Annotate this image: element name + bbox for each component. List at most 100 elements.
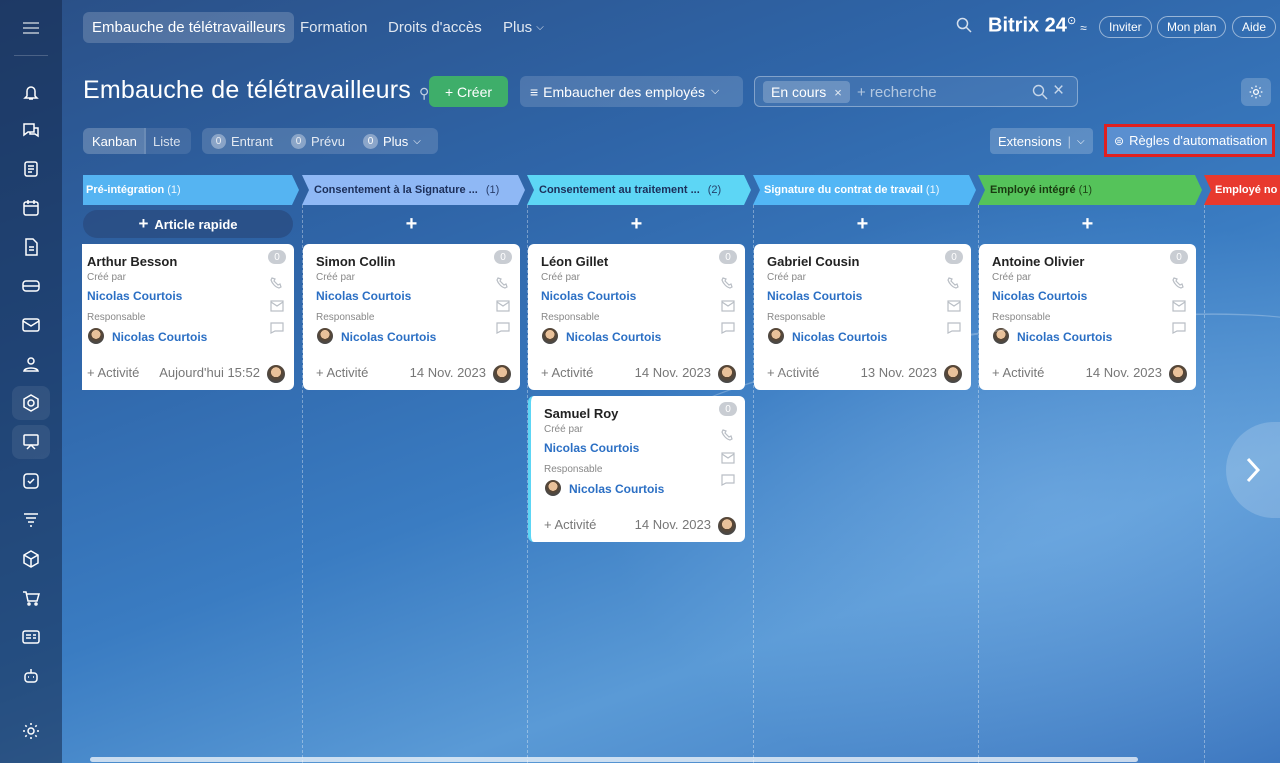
deal-card[interactable]: Samuel Roy 0 Créé par Nicolas Courtois R… (528, 396, 745, 542)
add-item-button[interactable]: + (528, 210, 745, 238)
tab-droits-acces[interactable]: Droits d'accès (388, 12, 482, 43)
responsible-link[interactable]: Nicolas Courtois (112, 330, 207, 344)
responsible-link[interactable]: Nicolas Courtois (1017, 330, 1112, 344)
responsible-link[interactable]: Nicolas Courtois (792, 330, 887, 344)
my-plan-button[interactable]: Mon plan (1157, 16, 1227, 38)
phone-icon[interactable] (1172, 276, 1186, 289)
chat-icon[interactable] (12, 113, 50, 147)
phone-icon[interactable] (721, 276, 735, 289)
add-activity-link[interactable]: + Activité (544, 517, 596, 532)
tab-plus[interactable]: Plus ⌵ (503, 12, 544, 43)
chat-icon[interactable] (947, 321, 961, 334)
mail-icon[interactable] (721, 451, 735, 464)
calendar-icon[interactable] (12, 191, 50, 225)
deal-card[interactable]: Antoine Olivier 0 Créé par Nicolas Court… (979, 244, 1196, 390)
chat-icon[interactable] (496, 321, 510, 334)
stage-header-5[interactable]: Employé intégré (1) (984, 175, 1192, 204)
menu-icon[interactable] (0, 0, 62, 55)
view-kanban-tab[interactable]: Kanban (83, 128, 146, 154)
deal-card[interactable]: Arthur Besson 0 Créé par Nicolas Courtoi… (82, 244, 294, 390)
document-icon[interactable] (12, 230, 50, 264)
funnel-select[interactable]: ≡ Embaucher des employés ⌵ (520, 76, 743, 107)
mail-icon[interactable] (721, 299, 735, 312)
chip-close-icon[interactable]: × (834, 85, 842, 100)
chat-icon[interactable] (1172, 321, 1186, 334)
funnel-icon[interactable] (12, 503, 50, 537)
horizontal-scrollbar[interactable] (90, 757, 1138, 762)
mail-icon[interactable] (1172, 299, 1186, 312)
id-card-icon[interactable] (12, 620, 50, 654)
chat-icon[interactable] (721, 321, 735, 334)
add-item-button[interactable]: + (303, 210, 520, 238)
drive-icon[interactable] (12, 269, 50, 303)
card-name[interactable]: Léon Gillet (541, 254, 608, 269)
search-icon[interactable] (1032, 84, 1048, 105)
search-filter[interactable]: En cours × + recherche × (754, 76, 1078, 107)
sites-icon[interactable] (12, 425, 50, 459)
card-name[interactable]: Simon Collin (316, 254, 395, 269)
mail-icon[interactable] (947, 299, 961, 312)
phone-icon[interactable] (947, 276, 961, 289)
contacts-icon[interactable] (12, 347, 50, 381)
automation-rules-button[interactable]: ⊜ Règles d'automatisation (1104, 124, 1275, 157)
phone-icon[interactable] (496, 276, 510, 289)
settings-icon[interactable] (12, 714, 50, 748)
pin-icon[interactable]: ⚲ (419, 85, 429, 101)
counter-prevu[interactable]: 0 Prévu (291, 128, 345, 154)
deal-card[interactable]: Léon Gillet 0 Créé par Nicolas Courtois … (528, 244, 745, 390)
stage-header-6[interactable]: Employé no (1209, 175, 1280, 204)
tasks-icon[interactable] (12, 464, 50, 498)
chat-icon[interactable] (721, 473, 735, 486)
add-item-button[interactable]: + (979, 210, 1196, 238)
card-name[interactable]: Samuel Roy (544, 406, 618, 421)
creator-link[interactable]: Nicolas Courtois (87, 289, 182, 303)
add-item-button[interactable]: + (754, 210, 971, 238)
creator-link[interactable]: Nicolas Courtois (992, 289, 1087, 303)
clear-icon[interactable]: × (1053, 80, 1064, 102)
quick-add-button[interactable]: + Article rapide (83, 210, 293, 238)
help-button[interactable]: Aide (1232, 16, 1277, 38)
creator-link[interactable]: Nicolas Courtois (316, 289, 411, 303)
invite-button[interactable]: Inviter (1099, 16, 1152, 38)
stage-header-4[interactable]: Signature du contrat de travail (1) (758, 175, 966, 204)
create-button[interactable]: + Créer (429, 76, 508, 107)
stage-header-2[interactable]: Consentement à la Signature ... (1) (308, 175, 516, 204)
add-activity-link[interactable]: + Activité (767, 365, 819, 380)
tab-embauche[interactable]: Embauche de télétravailleurs (83, 12, 295, 43)
filter-chip[interactable]: En cours × (763, 81, 850, 103)
counter-entrant[interactable]: 0 Entrant (211, 128, 273, 154)
view-list-tab[interactable]: Liste (144, 128, 191, 154)
mail-icon[interactable] (496, 299, 510, 312)
extensions-button[interactable]: Extensions | ⌵ (990, 128, 1093, 154)
phone-icon[interactable] (270, 276, 284, 289)
card-name[interactable]: Gabriel Cousin (767, 254, 859, 269)
crm-icon[interactable] (12, 386, 50, 420)
creator-link[interactable]: Nicolas Courtois (541, 289, 636, 303)
tab-formation[interactable]: Formation (300, 12, 368, 43)
phone-icon[interactable] (721, 428, 735, 441)
stage-header-3[interactable]: Consentement au traitement ... (2) (533, 175, 741, 204)
creator-link[interactable]: Nicolas Courtois (767, 289, 862, 303)
stage-header-1[interactable]: Pré-intégration (1) (80, 175, 288, 204)
chat-icon[interactable] (270, 321, 284, 334)
add-activity-link[interactable]: + Activité (992, 365, 1044, 380)
deal-card[interactable]: Gabriel Cousin 0 Créé par Nicolas Courto… (754, 244, 971, 390)
add-activity-link[interactable]: + Activité (541, 365, 593, 380)
responsible-link[interactable]: Nicolas Courtois (341, 330, 436, 344)
scroll-right-button[interactable] (1226, 422, 1280, 518)
settings-gear-button[interactable] (1241, 78, 1271, 106)
robot-icon[interactable] (12, 659, 50, 693)
responsible-link[interactable]: Nicolas Courtois (566, 330, 661, 344)
mail-icon[interactable] (270, 299, 284, 312)
box-icon[interactable] (12, 542, 50, 576)
cart-icon[interactable] (12, 581, 50, 615)
add-activity-link[interactable]: + Activité (87, 365, 139, 380)
deal-card[interactable]: Simon Collin 0 Créé par Nicolas Courtois… (303, 244, 520, 390)
card-name[interactable]: Antoine Olivier (992, 254, 1084, 269)
bell-icon[interactable] (12, 75, 50, 109)
search-icon[interactable] (956, 17, 972, 38)
add-activity-link[interactable]: + Activité (316, 365, 368, 380)
card-name[interactable]: Arthur Besson (87, 254, 177, 269)
mail-icon[interactable] (12, 308, 50, 342)
responsible-link[interactable]: Nicolas Courtois (569, 482, 664, 496)
